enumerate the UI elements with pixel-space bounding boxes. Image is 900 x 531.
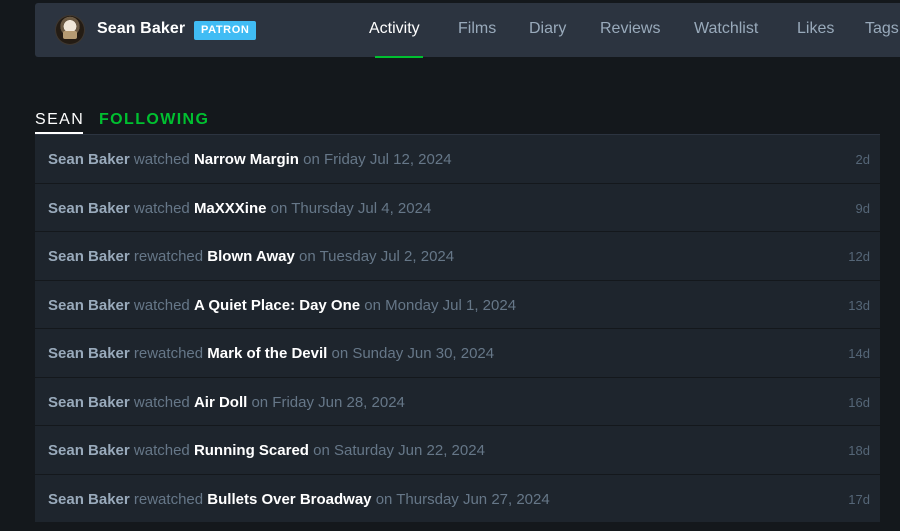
activity-row: Sean Baker rewatched Mark of the Devil o… <box>35 329 880 378</box>
activity-row: Sean Baker watched Narrow Margin on Frid… <box>35 135 880 184</box>
activity-ago: 13d <box>848 297 870 313</box>
activity-text: Sean Baker watched MaXXXine on Thursday … <box>48 200 431 217</box>
tab-likes[interactable]: Likes <box>797 20 834 38</box>
tab-tags[interactable]: Tags <box>865 20 899 38</box>
activity-date: on Friday Jun 28, 2024 <box>251 393 405 411</box>
activity-row: Sean Baker watched MaXXXine on Thursday … <box>35 183 880 232</box>
activity-user[interactable]: Sean Baker <box>48 200 130 217</box>
activity-date: on Friday Jul 12, 2024 <box>303 151 452 168</box>
activity-ago: 14d <box>848 346 870 361</box>
active-subtab-indicator <box>35 132 83 134</box>
activity-list: Sean Baker watched Narrow Margin on Frid… <box>35 135 880 523</box>
activity-subtabs: SEAN FOLLOWING <box>35 108 880 135</box>
activity-film[interactable]: Mark of the Devil <box>207 345 327 362</box>
activity-text: Sean Baker watched Running Scared on Sat… <box>48 442 485 459</box>
activity-user[interactable]: Sean Baker <box>48 248 130 265</box>
activity-user[interactable]: Sean Baker <box>48 491 130 508</box>
activity-user[interactable]: Sean Baker <box>48 151 130 168</box>
activity-film[interactable]: MaXXXine <box>194 200 267 217</box>
activity-row: Sean Baker rewatched Blown Away on Tuesd… <box>35 232 880 281</box>
activity-verb: rewatched <box>133 248 204 265</box>
activity-user[interactable]: Sean Baker <box>48 297 130 314</box>
activity-verb: rewatched <box>133 345 204 362</box>
activity-text: Sean Baker watched Narrow Margin on Frid… <box>48 151 452 168</box>
tab-watchlist[interactable]: Watchlist <box>694 20 758 38</box>
activity-verb: watched <box>133 393 190 411</box>
activity-film[interactable]: A Quiet Place: Day One <box>194 297 360 314</box>
activity-ago: 18d <box>848 443 870 458</box>
profile-nav: Activity Films Diary Reviews Watchlist L… <box>35 3 900 58</box>
subtab-following[interactable]: FOLLOWING <box>99 111 209 129</box>
activity-row: Sean Baker watched A Quiet Place: Day On… <box>35 280 880 329</box>
activity-ago: 9d <box>855 200 870 216</box>
tab-films[interactable]: Films <box>458 20 496 38</box>
activity-date: on Tuesday Jul 2, 2024 <box>298 248 455 265</box>
activity-user[interactable]: Sean Baker <box>48 394 130 411</box>
activity-row: Sean Baker watched Air Doll on Friday Ju… <box>35 377 880 426</box>
activity-row: Sean Baker watched Running Scared on Sat… <box>35 426 880 475</box>
profile-header: Sean Baker PATRON Activity Films Diary R… <box>35 3 900 58</box>
tab-diary[interactable]: Diary <box>529 20 566 38</box>
activity-text: Sean Baker watched Air Doll on Friday Ju… <box>48 394 405 411</box>
activity-date: on Sunday Jun 30, 2024 <box>331 345 495 362</box>
activity-date: on Thursday Jul 4, 2024 <box>270 199 432 217</box>
tab-activity[interactable]: Activity <box>369 20 420 38</box>
activity-ago: 17d <box>848 491 870 507</box>
activity-ago: 12d <box>848 249 870 264</box>
activity-film[interactable]: Air Doll <box>194 394 247 411</box>
activity-date: on Saturday Jun 22, 2024 <box>313 442 485 459</box>
activity-film[interactable]: Blown Away <box>207 248 295 265</box>
activity-verb: rewatched <box>133 490 204 508</box>
activity-ago: 16d <box>848 394 870 410</box>
active-tab-indicator <box>375 56 423 58</box>
subtab-sean[interactable]: SEAN <box>35 111 84 129</box>
activity-user[interactable]: Sean Baker <box>48 442 130 459</box>
activity-user[interactable]: Sean Baker <box>48 345 130 362</box>
activity-verb: watched <box>133 151 190 168</box>
activity-date: on Monday Jul 1, 2024 <box>364 296 517 314</box>
activity-verb: watched <box>133 296 190 314</box>
activity-row: Sean Baker rewatched Bullets Over Broadw… <box>35 474 880 523</box>
activity-text: Sean Baker watched A Quiet Place: Day On… <box>48 297 516 314</box>
activity-text: Sean Baker rewatched Bullets Over Broadw… <box>48 491 550 508</box>
activity-verb: watched <box>133 199 190 217</box>
activity-verb: watched <box>133 442 190 459</box>
activity-text: Sean Baker rewatched Mark of the Devil o… <box>48 345 494 362</box>
activity-ago: 2d <box>855 152 870 167</box>
tab-reviews[interactable]: Reviews <box>600 20 660 38</box>
activity-film[interactable]: Bullets Over Broadway <box>207 491 371 508</box>
activity-film[interactable]: Running Scared <box>194 442 309 459</box>
activity-date: on Thursday Jun 27, 2024 <box>375 490 550 508</box>
activity-film[interactable]: Narrow Margin <box>194 151 299 168</box>
activity-text: Sean Baker rewatched Blown Away on Tuesd… <box>48 248 454 265</box>
